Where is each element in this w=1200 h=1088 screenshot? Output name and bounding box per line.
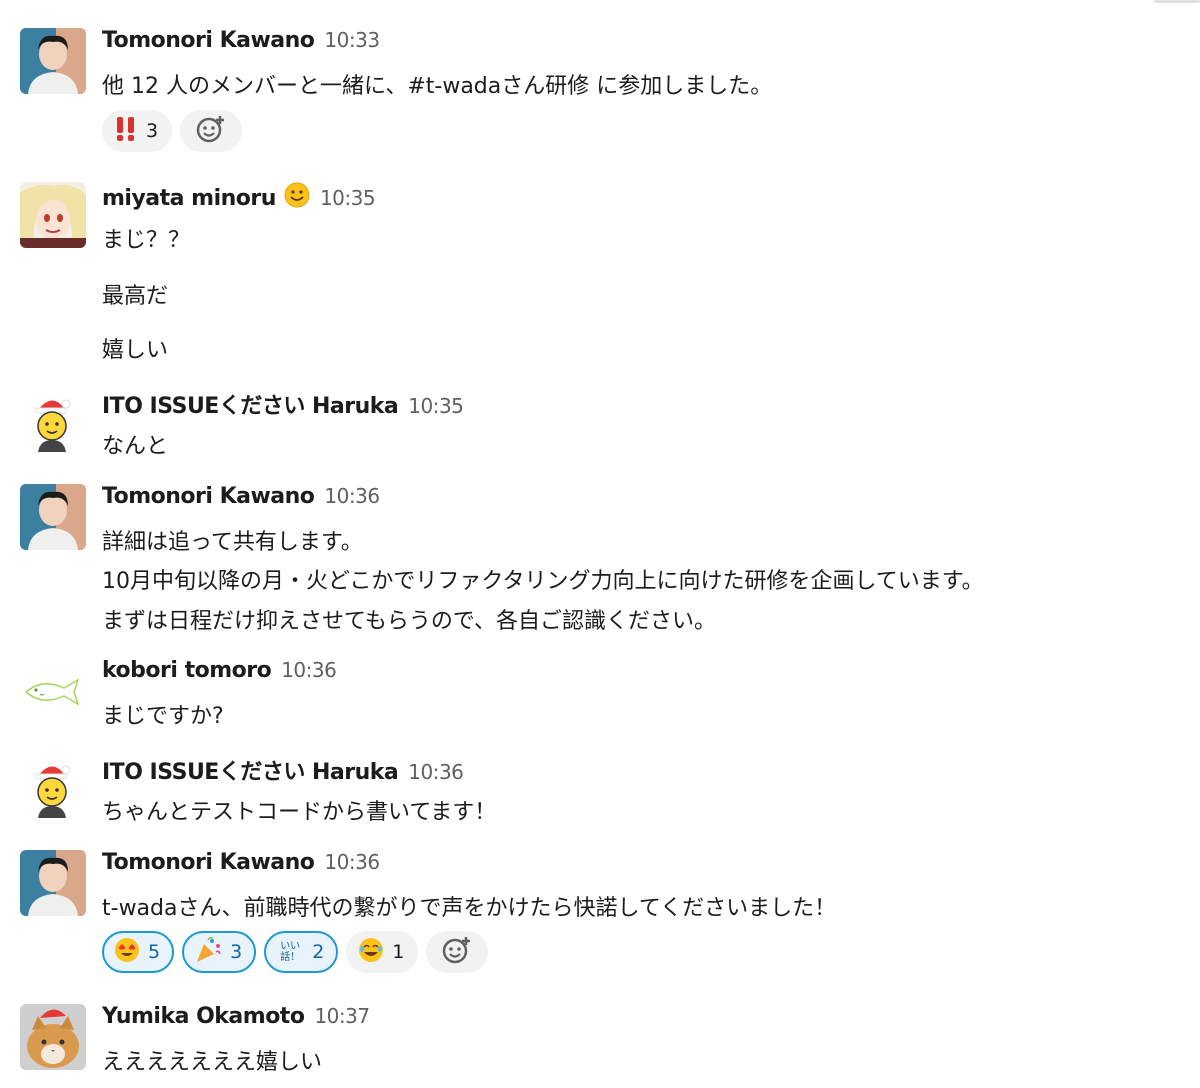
message-text: ちゃんとテストコードから書いてます！ <box>102 800 497 825</box>
author-name[interactable]: ITO ISSUEください Haruka 10:35 <box>102 388 464 420</box>
timestamp[interactable]: 10:33 <box>324 28 380 52</box>
author-name[interactable]: miyata minoru 10:35 <box>102 182 376 214</box>
reaction-joy[interactable]: 1 <box>346 931 419 973</box>
message-text: 最高だ <box>102 284 169 309</box>
joy-icon <box>358 937 384 968</box>
reaction-ii-hanashi[interactable]: いい話！ 2 <box>264 931 339 973</box>
reaction-party-popper[interactable]: 3 <box>182 931 257 973</box>
author-name[interactable]: Yumika Okamoto 10:37 <box>102 1004 370 1029</box>
message-text: t-wadaさん、前職時代の繋がりで声をかけたら快諾してくださいました！ <box>102 896 837 921</box>
timestamp[interactable]: 10:37 <box>314 1004 370 1028</box>
add-reaction-button[interactable] <box>180 110 243 152</box>
timestamp[interactable]: 10:36 <box>324 484 380 508</box>
reaction-count: 3 <box>146 120 159 142</box>
message-text: 他 12 人のメンバーと一緒に、#t-wadaさん研修 に参加しました。 <box>102 74 773 99</box>
avatar[interactable] <box>20 388 86 454</box>
message-text: 嬉しい <box>102 338 169 363</box>
reaction-bar: 5 3 いい話！ 2 1 <box>102 931 489 973</box>
reaction-double-exclamation[interactable]: 3 <box>102 110 173 152</box>
message-text: えええええええ嬉しい <box>102 1050 323 1075</box>
avatar[interactable] <box>20 484 86 550</box>
avatar[interactable] <box>20 182 86 248</box>
avatar[interactable] <box>20 658 86 724</box>
reaction-heart-eyes[interactable]: 5 <box>102 931 175 973</box>
reaction-count: 3 <box>230 941 243 963</box>
author-name[interactable]: ITO ISSUEください Haruka 10:36 <box>102 754 464 786</box>
author-name[interactable]: Tomonori Kawano 10:36 <box>102 484 380 509</box>
message-text: 10月中旬以降の月・火どこかでリファクタリング力向上に向けた研修を企画しています… <box>102 569 984 594</box>
avatar[interactable] <box>20 28 86 94</box>
message-text: まずは日程だけ抑えさせてもらうので、各自ご認識ください。 <box>102 609 717 634</box>
timestamp[interactable]: 10:35 <box>408 394 464 418</box>
heart-eyes-icon <box>114 937 140 968</box>
timestamp[interactable]: 10:35 <box>320 186 376 210</box>
reaction-count: 2 <box>312 941 325 963</box>
author-name[interactable]: Tomonori Kawano 10:33 <box>102 28 380 53</box>
scrollbar-indicator[interactable] <box>1154 0 1200 3</box>
add-reaction-icon <box>442 935 472 970</box>
author-name[interactable]: kobori tomoro 10:36 <box>102 658 337 683</box>
reaction-count: 5 <box>148 941 161 963</box>
timestamp[interactable]: 10:36 <box>408 760 464 784</box>
reaction-count: 1 <box>392 941 405 963</box>
message-text: なんと <box>102 434 169 459</box>
message-text: 詳細は追って共有します。 <box>102 530 363 555</box>
ii-hanashi-icon: いい話！ <box>280 941 301 963</box>
avatar[interactable] <box>20 850 86 916</box>
author-name[interactable]: Tomonori Kawano 10:36 <box>102 850 380 875</box>
message-text: まじ？？ <box>102 228 191 253</box>
double-exclamation-icon <box>114 116 138 147</box>
add-reaction-icon <box>196 114 226 149</box>
smiley-status-icon[interactable] <box>284 182 310 214</box>
party-popper-icon <box>194 936 222 969</box>
avatar[interactable] <box>20 754 86 820</box>
timestamp[interactable]: 10:36 <box>324 850 380 874</box>
reaction-bar: 3 <box>102 110 243 152</box>
timestamp[interactable]: 10:36 <box>281 658 337 682</box>
message-text: まじですか? <box>102 704 224 729</box>
avatar[interactable] <box>20 1004 86 1070</box>
add-reaction-button[interactable] <box>426 931 489 973</box>
